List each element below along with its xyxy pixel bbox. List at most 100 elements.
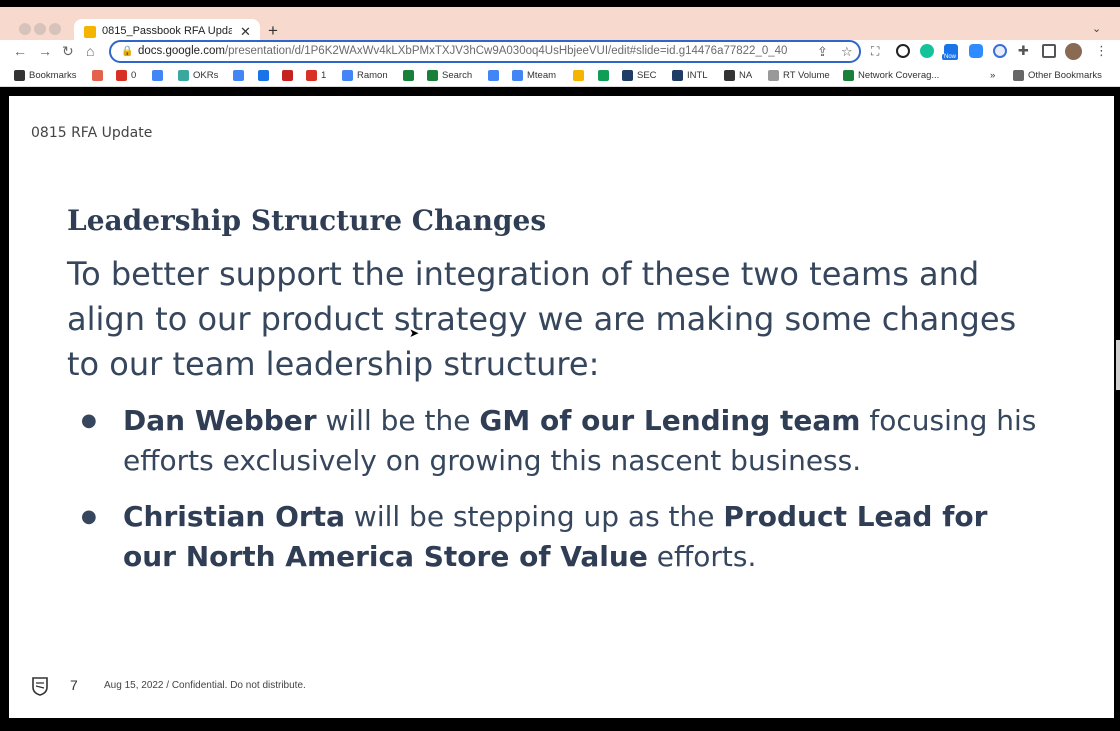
extension-icon[interactable]	[993, 44, 1007, 58]
star-icon	[14, 70, 25, 81]
bookmark-item[interactable]: 0	[116, 70, 136, 81]
back-icon[interactable]: ←	[13, 43, 27, 59]
close-window-button[interactable]	[19, 23, 31, 35]
bookmark-label: 1	[321, 70, 327, 81]
address-bar[interactable]: 🔒 docs.google.com/presentation/d/1P6K2WA…	[109, 40, 861, 63]
now-badge: Now	[942, 54, 959, 60]
bookmark-label: Network Coverag...	[858, 70, 940, 81]
zoom-icon[interactable]	[969, 44, 983, 58]
drive-icon	[598, 70, 609, 81]
bookmark-label: 0	[131, 70, 137, 81]
bookmark-label: Bookmarks	[29, 70, 77, 81]
ring-icon	[672, 70, 683, 81]
calendar-icon	[152, 70, 163, 81]
bookmark-label: NA	[739, 70, 753, 81]
bookmark-label: Ramon	[357, 70, 388, 81]
sheets-icon	[427, 70, 438, 81]
bookmarks-bar: Bookmarks 0 OKRs 1 Ramon Search Mteam SEC INTL NA…	[0, 66, 1120, 87]
docs-icon	[488, 70, 499, 81]
bookmark-item[interactable]	[258, 70, 273, 81]
slide-header: 0815 RFA Update	[31, 125, 153, 141]
bullet-item: Dan Webber will be the GM of our Lending…	[81, 401, 1041, 481]
footer-text: Aug 15, 2022 / Confidential. Do not dist…	[104, 680, 306, 691]
gmail-icon	[306, 70, 317, 81]
bookmark-item[interactable]	[233, 70, 248, 81]
bookmark-label: Search	[442, 70, 473, 81]
minimize-window-button[interactable]	[34, 23, 46, 35]
bookmark-item[interactable]: 1	[306, 70, 326, 81]
slides-icon	[573, 70, 584, 81]
tab-strip: 0815_Passbook RFA Update - ✕ + ⌄	[0, 7, 1120, 47]
chrome-icon	[258, 70, 269, 81]
tab-search-button[interactable]: ⌄	[1092, 22, 1101, 35]
side-panel-icon[interactable]	[1042, 44, 1056, 58]
folder-icon	[1013, 70, 1024, 81]
bookmark-item[interactable]: INTL	[672, 70, 708, 81]
url-text: docs.google.com/presentation/d/1P6K2WAxW…	[138, 45, 788, 57]
bookmark-label: INTL	[687, 70, 708, 81]
bookmark-item[interactable]	[92, 70, 107, 81]
new-tab-button[interactable]: +	[268, 21, 278, 41]
bookmark-item[interactable]: Ramon	[342, 70, 388, 81]
onepassword-icon[interactable]	[896, 44, 910, 58]
sec-icon	[622, 70, 633, 81]
home-icon[interactable]: ⌂	[86, 43, 94, 59]
bookmark-item[interactable]: »	[990, 70, 995, 81]
reload-icon[interactable]: ↻	[62, 43, 74, 60]
bookmark-item[interactable]: OKRs	[178, 70, 218, 81]
bookmark-label: OKRs	[193, 70, 219, 81]
bookmark-item[interactable]	[282, 70, 297, 81]
bookmark-item[interactable]	[598, 70, 613, 81]
slide-title: Leadership Structure Changes	[67, 204, 547, 237]
bullet-item: Christian Orta will be stepping up as th…	[81, 497, 1041, 577]
zoom-window-button[interactable]	[49, 23, 61, 35]
docs-icon	[512, 70, 523, 81]
bookmark-item[interactable]: RT Volume	[768, 70, 830, 81]
bookmark-item[interactable]: SEC	[622, 70, 657, 81]
close-tab-icon[interactable]: ✕	[240, 24, 251, 40]
mail-icon	[768, 70, 779, 81]
bookmark-item[interactable]: Search	[427, 70, 472, 81]
page-number: 7	[70, 677, 78, 693]
bookmark-star-icon[interactable]: ☆	[841, 44, 853, 60]
bookmark-label: »	[990, 70, 996, 81]
globe-icon	[724, 70, 735, 81]
bookmark-item[interactable]: Network Coverag...	[843, 70, 939, 81]
menu-kebab-icon[interactable]: ⋮	[1095, 43, 1108, 59]
gmail-icon	[116, 70, 127, 81]
red-shield-icon	[282, 70, 293, 81]
scrollbar[interactable]	[1116, 340, 1120, 390]
bookmark-item[interactable]: Other Bookmarks	[1013, 70, 1102, 81]
bookmark-item[interactable]	[403, 70, 418, 81]
sheets-grid-icon	[233, 70, 244, 81]
bullet-list: Dan Webber will be the GM of our Lending…	[81, 401, 1041, 593]
sheets-icon	[403, 70, 414, 81]
bookmark-item[interactable]: NA	[724, 70, 752, 81]
bookmark-item[interactable]	[573, 70, 588, 81]
bookmark-item[interactable]: Bookmarks	[14, 70, 77, 81]
browser-window: 0815_Passbook RFA Update - ✕ + ⌄ ← → ↻ ⌂…	[0, 0, 1120, 731]
toolbar: ← → ↻ ⌂ 🔒 docs.google.com/presentation/d…	[0, 40, 1120, 66]
bookmark-item[interactable]	[488, 70, 503, 81]
docs-icon	[342, 70, 353, 81]
bookmark-label: SEC	[637, 70, 657, 81]
bookmark-label: Other Bookmarks	[1028, 70, 1102, 81]
grammarly-icon[interactable]	[920, 44, 934, 58]
slide-canvas: 0815 RFA Update Leadership Structure Cha…	[9, 96, 1114, 718]
lock-icon: 🔒	[121, 46, 134, 57]
bookmark-item[interactable]	[152, 70, 167, 81]
puzzle-icon[interactable]: ✚	[1018, 43, 1029, 59]
bookmark-label: RT Volume	[783, 70, 830, 81]
slides-icon	[84, 26, 96, 38]
mouse-cursor-icon: ➤	[409, 326, 420, 340]
avatar[interactable]	[1065, 43, 1082, 60]
screenshot-icon[interactable]: ⛶	[871, 44, 879, 59]
bookmark-label: Mteam	[527, 70, 557, 81]
okrs-icon	[178, 70, 189, 81]
sheets-icon	[843, 70, 854, 81]
forward-icon[interactable]: →	[38, 43, 52, 59]
tab-title: 0815_Passbook RFA Update -	[102, 25, 232, 37]
share-icon[interactable]: ⇪	[817, 44, 828, 60]
drive-icon	[92, 70, 103, 81]
bookmark-item[interactable]: Mteam	[512, 70, 556, 81]
